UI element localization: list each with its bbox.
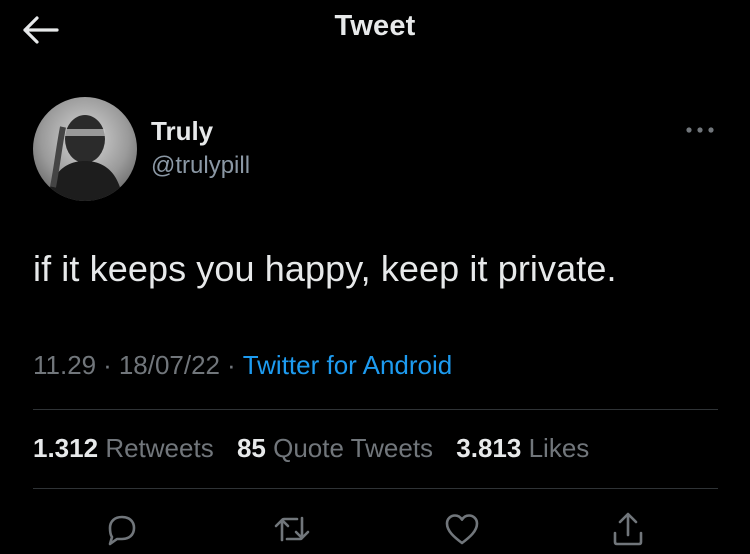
meta-separator: · bbox=[227, 350, 236, 380]
meta-separator: · bbox=[103, 350, 112, 380]
divider bbox=[33, 409, 718, 410]
share-icon bbox=[613, 512, 643, 546]
likes-count: 3.813 bbox=[456, 433, 522, 463]
like-button[interactable] bbox=[438, 505, 486, 553]
likes-stat[interactable]: 3.813 Likes bbox=[456, 433, 589, 464]
share-button[interactable] bbox=[604, 505, 652, 553]
like-icon bbox=[445, 514, 479, 545]
tweet-time: 11.29 bbox=[33, 350, 97, 380]
retweets-count: 1.312 bbox=[33, 433, 99, 463]
reply-icon bbox=[108, 515, 136, 546]
quotes-label: Quote Tweets bbox=[273, 433, 434, 463]
reply-button[interactable] bbox=[98, 505, 146, 553]
tweet-detail-screen: Tweet Truly @trulypill if it keeps you h… bbox=[0, 0, 750, 554]
tweet-source-link[interactable]: Twitter for Android bbox=[243, 350, 453, 380]
quotes-stat[interactable]: 85 Quote Tweets bbox=[237, 433, 433, 464]
tweet-meta: 11.29 · 18/07/22 · Twitter for Android bbox=[33, 350, 452, 381]
tweet-date: 18/07/22 bbox=[118, 350, 221, 380]
tweet-stats: 1.312 Retweets 85 Quote Tweets 3.813 Lik… bbox=[33, 433, 605, 464]
author-handle[interactable]: @trulypill bbox=[151, 152, 250, 180]
divider bbox=[33, 488, 718, 489]
retweets-label: Retweets bbox=[105, 433, 214, 463]
retweet-icon bbox=[274, 516, 310, 542]
likes-label: Likes bbox=[528, 433, 590, 463]
more-horizontal-icon bbox=[686, 127, 714, 133]
avatar-photo bbox=[33, 97, 137, 201]
retweets-stat[interactable]: 1.312 Retweets bbox=[33, 433, 214, 464]
page-title: Tweet bbox=[334, 10, 416, 42]
header-bar: Tweet bbox=[0, 0, 750, 60]
tweet-actions bbox=[0, 505, 750, 554]
retweet-button[interactable] bbox=[268, 505, 316, 553]
more-options-button[interactable] bbox=[680, 118, 720, 142]
quotes-count: 85 bbox=[236, 433, 266, 463]
author-display-name[interactable]: Truly bbox=[151, 116, 213, 147]
tweet-text: if it keeps you happy, keep it private. bbox=[33, 248, 617, 289]
avatar[interactable] bbox=[33, 97, 137, 201]
